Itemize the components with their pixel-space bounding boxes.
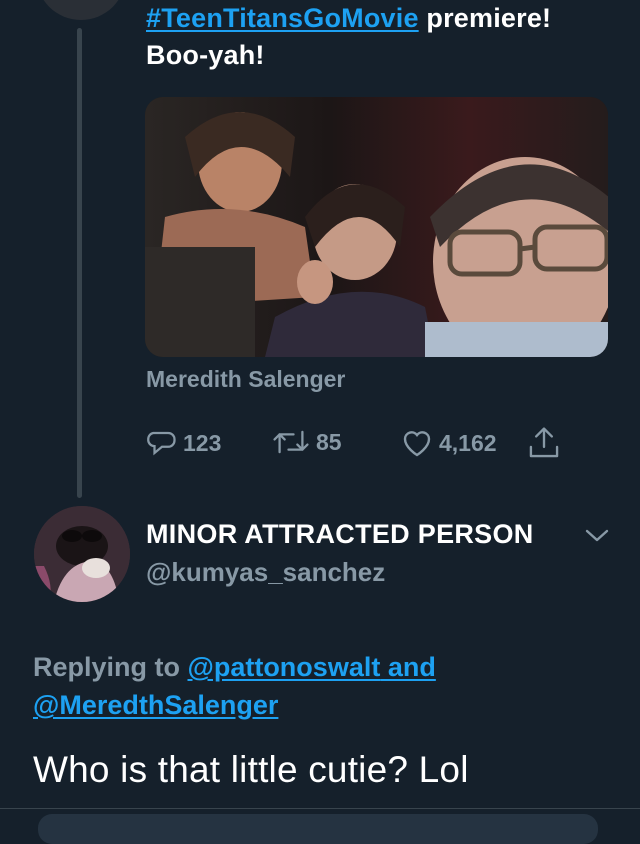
- tweet-photo[interactable]: [145, 97, 608, 357]
- chevron-down-icon[interactable]: [584, 526, 610, 544]
- heart-icon: [403, 431, 431, 457]
- reply-icon: [147, 431, 176, 456]
- reply-action[interactable]: 123: [147, 428, 221, 458]
- tweet-text: #TeenTitansGoMovie premiere! Boo-yah!: [146, 0, 626, 74]
- divider: [0, 808, 640, 809]
- tweet-actions: 123 85 4,162: [0, 425, 640, 465]
- reply-count: 123: [183, 429, 222, 456]
- reply-handle[interactable]: @kumyas_sanchez: [146, 557, 385, 588]
- mention-2[interactable]: @MeredthSalenger: [33, 690, 278, 720]
- tweet-text-rest: premiere!: [418, 3, 552, 33]
- mention-link[interactable]: @pattonoswalt and: [188, 652, 436, 682]
- mention-1[interactable]: @pattonoswalt: [188, 652, 381, 682]
- replying-prefix: Replying to: [33, 652, 188, 682]
- hashtag-link[interactable]: #TeenTitansGoMovie: [146, 3, 419, 33]
- mention-joiner: and: [380, 652, 436, 682]
- reply-text: Who is that little cutie? Lol: [33, 749, 469, 790]
- retweet-count: 85: [316, 428, 342, 455]
- retweet-action[interactable]: 85: [272, 428, 342, 456]
- retweet-icon: [273, 430, 309, 454]
- original-author-avatar[interactable]: [36, 0, 126, 20]
- reply-display-name[interactable]: MINOR ATTRACTED PERSON: [146, 519, 534, 550]
- reply-compose-bar[interactable]: [38, 814, 598, 844]
- share-icon: [529, 427, 559, 458]
- share-action[interactable]: [528, 426, 560, 460]
- replying-to: Replying to @pattonoswalt and @MeredthSa…: [33, 648, 623, 724]
- photo-tag[interactable]: Meredith Salenger: [146, 366, 345, 393]
- like-action[interactable]: 4,162: [401, 428, 497, 458]
- tweet-text-line2: Boo-yah!: [146, 40, 265, 70]
- like-count: 4,162: [439, 429, 497, 456]
- reply-avatar[interactable]: [34, 506, 130, 602]
